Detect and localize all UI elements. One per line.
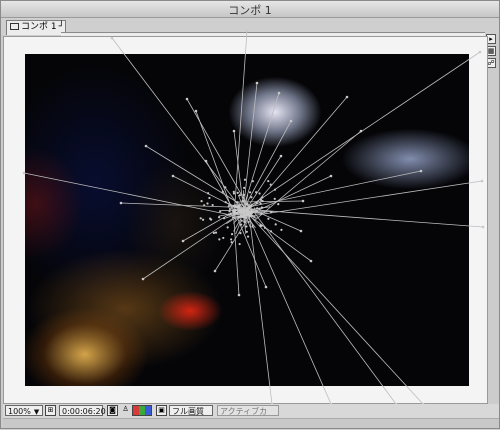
rgb-channel-icon[interactable]: [132, 405, 152, 416]
safe-margins-icon[interactable]: ⊞: [45, 405, 56, 416]
show-snapshot-icon[interactable]: ♙: [120, 405, 131, 416]
tab-close-icon[interactable]: ┘: [59, 22, 64, 32]
timecode-field[interactable]: 0:00:06:20: [59, 405, 103, 416]
camera-dropdown[interactable]: アクティブカメ...▼: [217, 405, 279, 416]
snapshot-icon[interactable]: ◙: [107, 405, 118, 416]
rgb-blue: [145, 406, 151, 415]
title-bar[interactable]: コンポ 1: [1, 1, 499, 18]
tab-label: コンポ 1: [21, 22, 57, 32]
window-title: コンポ 1: [1, 2, 499, 18]
zoom-value: 100%: [8, 407, 31, 416]
resolution-value: フル画質: [172, 407, 204, 416]
chevron-down-icon: ▼: [34, 408, 39, 416]
viewer-controls: 100%▼ ⊞ 0:00:06:20 ◙ ♙ ▣ フル画質▼ アクティブカメ..…: [3, 404, 499, 418]
region-of-interest-icon[interactable]: ▣: [156, 405, 167, 416]
resolution-dropdown[interactable]: フル画質▼: [169, 405, 213, 416]
timecode-value: 0:00:06:20: [62, 407, 106, 416]
composition-viewer[interactable]: [3, 36, 488, 404]
window-bottom-edge: [3, 418, 499, 428]
tab-composition[interactable]: コンポ 1┘: [6, 20, 66, 35]
composition-window: コンポ 1 コンポ 1┘ ▸ ▦ ☍ 100%▼ ⊞ 0:00:06:20 ◙ …: [0, 0, 500, 429]
composition-frame[interactable]: [25, 54, 469, 386]
magnification-dropdown[interactable]: 100%▼: [5, 405, 43, 416]
composition-icon: [10, 23, 19, 30]
